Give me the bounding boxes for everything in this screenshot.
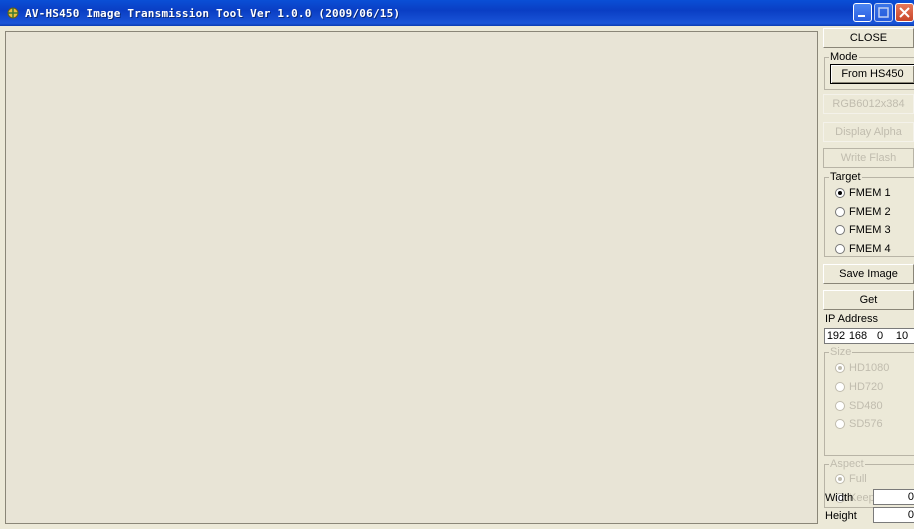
radio-sd576[interactable]: SD576 [835, 417, 883, 431]
radio-dot [835, 474, 845, 484]
close-button[interactable]: CLOSE [823, 28, 914, 48]
close-icon [899, 7, 910, 18]
ip-segment-1: 192 [826, 330, 846, 342]
ip-segment-3: 0 [876, 330, 884, 342]
aspect-label: Aspect [829, 458, 865, 470]
mode-group: Mode From HS450 [824, 51, 914, 90]
radio-dot [835, 188, 845, 198]
radio-fmem-2[interactable]: FMEM 2 [835, 205, 891, 219]
height-field[interactable]: 0 [873, 507, 914, 523]
minimize-button[interactable] [853, 3, 872, 22]
radio-label: FMEM 4 [849, 243, 891, 255]
radio-sd480[interactable]: SD480 [835, 399, 883, 413]
radio-full[interactable]: Full [835, 472, 867, 486]
radio-label: HD720 [849, 381, 884, 393]
close-window-button[interactable] [895, 3, 914, 22]
rgb-button[interactable]: RGB6012x384 [823, 94, 914, 114]
display-alpha-button[interactable]: Display Alpha [823, 122, 914, 142]
height-value: 0 [907, 509, 914, 521]
radio-label: SD480 [849, 400, 883, 412]
radio-dot [835, 207, 845, 217]
height-label: Height [825, 510, 857, 522]
window-controls [853, 3, 914, 22]
width-label: Width [825, 492, 854, 504]
maximize-icon [878, 7, 889, 18]
radio-label: FMEM 3 [849, 224, 891, 236]
target-group: Target FMEM 1 FMEM 2 FMEM 3 FMEM 4 [824, 171, 914, 257]
radio-hd1080[interactable]: HD1080 [835, 361, 889, 375]
minimize-icon [858, 15, 865, 17]
mode-label: Mode [829, 51, 859, 63]
get-button[interactable]: Get [823, 290, 914, 310]
app-icon [7, 7, 19, 19]
radio-label: Full [849, 473, 867, 485]
radio-dot [835, 382, 845, 392]
ip-segment-2: 168 [848, 330, 868, 342]
radio-dot [835, 419, 845, 429]
width-value: 0 [907, 491, 914, 503]
size-group: Size HD1080 HD720 SD480 SD576 [824, 346, 914, 456]
radio-label: SD576 [849, 418, 883, 430]
radio-hd720[interactable]: HD720 [835, 380, 883, 394]
ip-address-label: IP Address [825, 313, 878, 325]
radio-label: FMEM 1 [849, 187, 891, 199]
radio-dot [835, 244, 845, 254]
window-title: AV-HS450 Image Transmission Tool Ver 1.0… [25, 6, 401, 20]
radio-label: HD1080 [849, 362, 890, 374]
radio-dot [835, 401, 845, 411]
radio-label: FMEM 2 [849, 206, 891, 218]
maximize-button[interactable] [874, 3, 893, 22]
ip-segment-4: 10 [895, 330, 909, 342]
from-hs450-button[interactable]: From HS450 [830, 64, 914, 84]
write-flash-button[interactable]: Write Flash [823, 148, 914, 168]
control-panel: CLOSE Mode From HS450 RGB6012x384 Displa… [821, 26, 914, 529]
radio-fmem-4[interactable]: FMEM 4 [835, 242, 891, 256]
width-field[interactable]: 0 [873, 489, 914, 505]
save-image-button[interactable]: Save Image [823, 264, 914, 284]
image-preview-area [5, 31, 818, 524]
radio-dot [835, 363, 845, 373]
radio-fmem-1[interactable]: FMEM 1 [835, 186, 891, 200]
size-label: Size [829, 346, 853, 358]
title-bar[interactable]: AV-HS450 Image Transmission Tool Ver 1.0… [0, 0, 914, 26]
target-label: Target [829, 171, 862, 183]
radio-fmem-3[interactable]: FMEM 3 [835, 223, 891, 237]
ip-address-input[interactable]: 192 168 0 10 [824, 328, 914, 344]
radio-dot [835, 225, 845, 235]
